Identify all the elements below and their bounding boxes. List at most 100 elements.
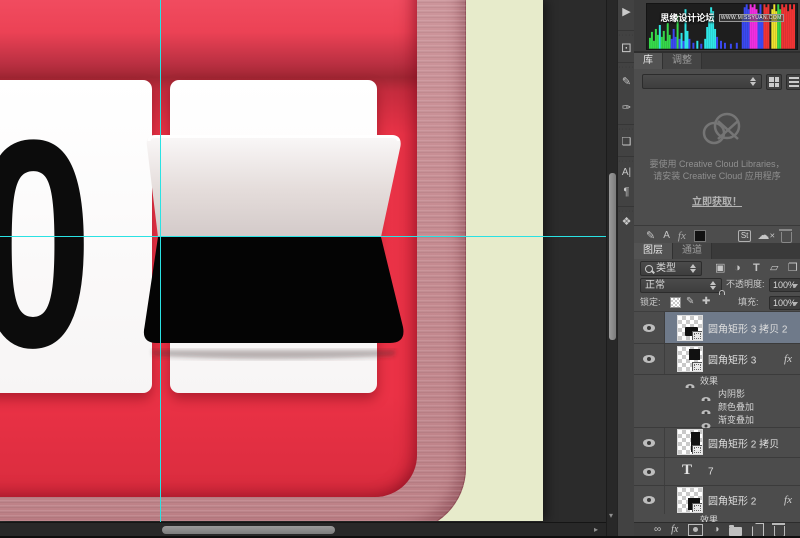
text-layer-thumbnail[interactable]: T [682,462,692,479]
effect-row[interactable]: 渐变叠加 [634,414,800,428]
effect-label: 颜色叠加 [718,401,754,414]
guide-vertical[interactable] [160,0,161,522]
layer-name[interactable]: 圆角矩形 2 拷贝 [708,435,779,450]
vertical-scrollbar-thumb[interactable] [609,173,616,340]
histogram-plot: 思缘设计论坛 WWW.MISSYUAN.COM [646,3,798,50]
stock-button[interactable]: St [738,230,752,242]
opacity-field[interactable]: 100% [769,278,800,292]
styles-panel-icon[interactable]: ❏ [618,136,635,149]
list-view-button[interactable] [786,74,800,90]
layer-name[interactable]: 圆角矩形 3 拷贝 2 [708,320,787,335]
tab-channels[interactable]: 通道 [673,243,712,259]
lock-position-icon[interactable]: ✚ [702,295,710,309]
layer-visibility-toggle[interactable] [634,486,665,514]
add-layer-mask-icon[interactable] [688,524,703,536]
layer-name[interactable]: 圆角矩形 3 [708,352,756,367]
horizontal-scrollbar-thumb[interactable] [162,526,335,534]
fill-field[interactable]: 100% [769,296,800,310]
blend-mode-value: 正常 [645,280,665,291]
layer-visibility-toggle[interactable] [634,458,665,485]
library-sort-select[interactable] [642,74,762,89]
layer-visibility-toggle[interactable] [634,428,665,457]
grid-view-icon [769,77,779,87]
scroll-down-arrow-icon[interactable]: ▾ [609,512,613,520]
effects-group-row[interactable]: 效果 [634,514,800,522]
updown-arrows-icon [690,264,697,273]
layer-row[interactable]: 圆角矩形 2 拷贝 [634,428,800,458]
delete-layer-icon[interactable] [774,526,785,537]
filter-smart-objects-icon[interactable]: ❐ [788,261,798,275]
get-now-link[interactable]: 立即获取！ [634,193,800,208]
lock-image-icon[interactable]: ✎ [686,295,694,309]
layer-row[interactable]: 圆角矩形 3 fx [634,344,800,375]
layer-filter-select[interactable]: 类型 [640,261,702,276]
tab-adjustments[interactable]: 调整 [663,53,702,69]
add-character-style-icon[interactable]: A [663,229,670,243]
canvas-viewport[interactable]: 0 ▸ [0,0,606,538]
dock-grip-dots: ····· [618,65,635,70]
eye-icon [643,324,655,332]
filter-adjustment-layers-icon[interactable]: ◑ [734,261,741,275]
add-layer-style-icon[interactable]: fx [678,230,686,242]
layer-thumbnail[interactable] [678,488,702,512]
effect-label: 内阴影 [718,388,745,401]
eye-icon [643,496,655,504]
updown-arrows-icon [710,281,717,290]
fx-badge[interactable]: fx [784,494,792,506]
new-group-icon[interactable] [729,527,742,536]
effect-label: 渐变叠加 [718,414,754,427]
right-panel-column: 思缘设计论坛 WWW.MISSYUAN.COM 库 调整 要使用 Creativ… [634,0,800,536]
vector-mask-badge [692,503,702,512]
new-layer-icon[interactable] [752,523,764,537]
layer-thumbnail[interactable] [678,347,702,371]
actions-panel-icon[interactable]: ▶ [618,6,635,19]
fx-badge[interactable]: fx [784,353,792,365]
threed-panel-icon[interactable]: ❖ [618,216,635,229]
clone-source-panel-icon[interactable]: ✑ [618,102,635,115]
horizontal-scrollbar[interactable]: ▸ [0,522,606,537]
lock-row: 锁定: ✎ ✚ 填充: 100% [634,293,800,312]
filter-type-layers-icon[interactable]: T [753,261,760,275]
add-fill-color-swatch[interactable] [694,230,706,242]
document-canvas[interactable]: 0 [0,0,543,521]
blend-mode-row: 正常 不透明度: 100% [634,276,800,293]
layer-row[interactable]: 圆角矩形 3 拷贝 2 [634,312,800,344]
cc-sync-icon[interactable]: ☁✕ [757,228,775,244]
add-layer-style-icon[interactable]: fx [671,524,678,535]
tab-layers[interactable]: 图层 [634,243,673,259]
layer-comps-panel-icon[interactable]: ⊡ [618,41,635,54]
scroll-right-arrow-icon[interactable]: ▸ [594,526,598,534]
layer-filter-row: 类型 ▣ ◑ T ▱ ❐ [634,259,800,277]
character-panel-icon[interactable]: A| [618,166,635,179]
dock-grip-dots: ····· [618,127,635,132]
layer-name[interactable]: 圆角矩形 2 [708,493,756,508]
filter-pixel-layers-icon[interactable]: ▣ [715,261,725,275]
tab-libraries[interactable]: 库 [634,53,663,69]
layer-visibility-toggle[interactable] [634,344,665,374]
grid-view-button[interactable] [766,74,782,90]
link-layers-icon[interactable]: ∞ [654,524,661,535]
effect-row[interactable]: 颜色叠加 [634,401,800,414]
layer-row[interactable]: T 7 [634,458,800,486]
lock-transparency-icon[interactable] [670,297,681,308]
filter-shape-layers-icon[interactable]: ▱ [770,261,778,275]
layer-name[interactable]: 7 [708,466,714,477]
layer-thumbnail[interactable] [678,316,702,340]
layer-thumbnail[interactable] [678,430,702,454]
add-brush-icon[interactable]: ✎ [646,229,655,243]
blend-mode-select[interactable]: 正常 [640,278,722,293]
library-delete-icon[interactable] [781,232,792,243]
effects-group-row[interactable]: 效果 [634,375,800,388]
layer-row[interactable]: 圆角矩形 2 fx [634,486,800,515]
guide-horizontal[interactable] [0,236,606,237]
layer-visibility-toggle[interactable] [634,312,665,343]
brush-presets-panel-icon[interactable]: ✎ [618,76,635,89]
eye-icon [643,468,655,476]
libraries-panel-body: 要使用 Creative Cloud Libraries， 请安装 Creati… [634,69,800,243]
effect-row[interactable]: 内阴影 [634,388,800,401]
flap-shadow [152,350,396,359]
paragraph-panel-icon[interactable]: ¶ [618,186,635,199]
opacity-label: 不透明度: [726,278,765,291]
add-adjustment-layer-icon[interactable]: ◑ [713,524,719,535]
dock-grip-dots: ····· [618,159,635,164]
